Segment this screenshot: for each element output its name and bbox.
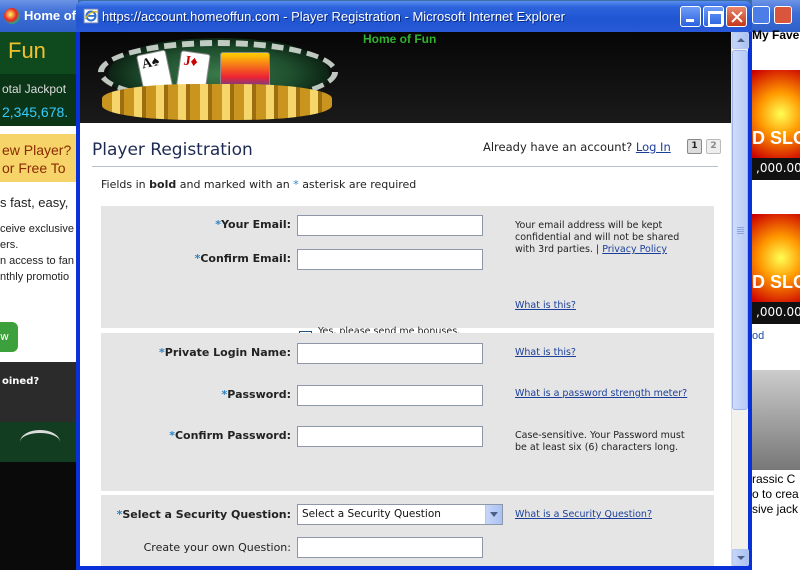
own-question-field[interactable] xyxy=(297,537,483,558)
background-window-right: My Fave D SLO ,000.00 D SLO ,000.00 od r… xyxy=(752,0,800,570)
scroll-down-arrow-icon[interactable] xyxy=(732,549,749,566)
favorites-label: My Fave xyxy=(752,28,800,42)
background-image xyxy=(752,370,800,470)
background-decoration xyxy=(0,422,78,462)
security-question-label: *Select a Security Question: xyxy=(116,508,291,521)
email-privacy-help: Your email address will be kept confiden… xyxy=(515,220,680,255)
confirm-email-label: *Confirm Email: xyxy=(194,252,291,265)
privacy-policy-link[interactable]: Privacy Policy xyxy=(602,244,667,255)
window-title: https://account.homeoffun.com - Player R… xyxy=(102,9,565,24)
background-window-left: Home of Fun otal Jackpot 2,345,678. ew P… xyxy=(0,0,78,570)
password-strength-link[interactable]: What is a password strength meter? xyxy=(515,388,687,399)
email-field[interactable] xyxy=(297,215,483,236)
background-jackpot: otal Jackpot 2,345,678. xyxy=(0,74,78,126)
background-title-bar[interactable]: Home of xyxy=(0,0,78,32)
background-right-text: rassic C o to crea sive jack xyxy=(752,472,799,516)
page-title: Player Registration xyxy=(92,140,253,160)
close-button[interactable] xyxy=(774,6,792,24)
login-name-field[interactable] xyxy=(297,343,483,364)
confirm-password-field[interactable] xyxy=(297,426,483,447)
scroll-up-arrow-icon[interactable] xyxy=(732,32,749,49)
background-new-player-banner[interactable]: ew Player? or Free To xyxy=(0,134,78,182)
password-field[interactable] xyxy=(297,385,483,406)
site-name[interactable]: Home of Fun xyxy=(363,32,436,46)
background-title: Home of xyxy=(24,8,76,23)
login-name-what-is-this-link[interactable]: What is this? xyxy=(515,347,576,358)
registration-window: https://account.homeoffun.com - Player R… xyxy=(76,1,752,570)
window-title-bar[interactable]: https://account.homeoffun.com - Player R… xyxy=(76,1,752,32)
page-content: A♠ J♦ Home of Fun Player Registration Al… xyxy=(80,32,731,566)
required-fields-note: Fields in bold and marked with an * aste… xyxy=(101,178,417,191)
site-banner: A♠ J♦ Home of Fun xyxy=(80,32,731,123)
own-question-label: Create your own Question: xyxy=(143,541,291,554)
slot-promo-1[interactable]: D SLO ,000.00 xyxy=(752,70,800,180)
maximize-button[interactable] xyxy=(703,6,724,27)
background-footer xyxy=(0,462,78,570)
bonus-what-is-this-link[interactable]: What is this? xyxy=(515,300,576,311)
scroll-thumb[interactable] xyxy=(732,50,748,410)
password-label: *Password: xyxy=(221,388,291,401)
site-icon xyxy=(4,8,20,24)
security-question-help-link[interactable]: What is a Security Question? xyxy=(515,509,652,520)
background-link[interactable]: od xyxy=(752,330,764,342)
window-frame xyxy=(748,32,752,570)
login-name-label: *Private Login Name: xyxy=(159,346,291,359)
background-promo-text: s fast, easy, ceive exclusive ers. n acc… xyxy=(0,195,74,283)
login-prompt: Already have an account? Log In xyxy=(483,140,671,154)
maximize-button[interactable] xyxy=(752,6,770,24)
close-button[interactable] xyxy=(726,6,747,27)
email-label: *Your Email: xyxy=(215,218,291,231)
security-question-select[interactable]: Select a Security Question xyxy=(297,504,503,525)
slot-promo-2[interactable]: D SLO ,000.00 xyxy=(752,214,800,324)
background-brand: Fun xyxy=(0,32,78,74)
minimize-button[interactable] xyxy=(680,6,701,27)
password-rules-help: Case-sensitive. Your Password must be at… xyxy=(515,430,685,453)
header-divider xyxy=(92,166,718,167)
step-1-indicator: 1 xyxy=(687,139,702,154)
step-2-indicator: 2 xyxy=(706,139,721,154)
gold-coins-image xyxy=(102,84,332,120)
chevron-down-icon[interactable] xyxy=(485,505,502,524)
window-frame xyxy=(76,566,752,570)
confirm-password-label: *Confirm Password: xyxy=(169,429,291,442)
confirm-email-field[interactable] xyxy=(297,249,483,270)
background-go-button[interactable]: w xyxy=(0,322,18,352)
login-link[interactable]: Log In xyxy=(636,140,671,154)
background-joined-section: oined? xyxy=(0,362,78,422)
ie-icon xyxy=(83,8,99,24)
vertical-scrollbar[interactable] xyxy=(731,32,749,566)
